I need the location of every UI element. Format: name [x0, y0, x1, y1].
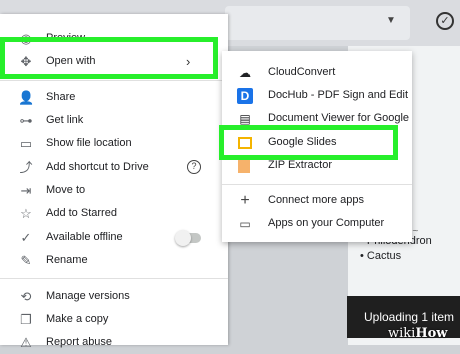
- report-icon: ⚠: [20, 335, 32, 350]
- folder-icon: ▭: [19, 136, 33, 151]
- submenu-item-cloudconvert[interactable]: ☁ CloudConvert: [222, 62, 412, 84]
- menu-item-add-to-starred[interactable]: ☆ Add to Starred: [0, 203, 228, 225]
- zip-icon: [238, 159, 250, 173]
- menu-item-get-link[interactable]: ⊶ Get link: [0, 110, 228, 132]
- search-box[interactable]: [225, 6, 410, 40]
- menu-item-manage-versions[interactable]: ⟲ Manage versions: [0, 286, 228, 308]
- wikihow-watermark: wikiHow: [388, 326, 448, 341]
- laptop-icon: ▭: [239, 217, 251, 231]
- search-options-caret-icon[interactable]: ▼: [386, 15, 396, 26]
- dochub-icon: D: [237, 88, 253, 104]
- divider: [0, 80, 228, 81]
- google-slides-highlight: [219, 125, 398, 160]
- menu-item-available-offline[interactable]: ✓ Available offline: [0, 227, 228, 249]
- open-with-highlight: [0, 37, 218, 79]
- submenu-item-dochub[interactable]: D DocHub - PDF Sign and Edit: [222, 85, 412, 107]
- divider: [222, 184, 412, 185]
- menu-item-rename[interactable]: ✎ Rename: [0, 250, 228, 272]
- cloud-icon: ☁: [239, 66, 251, 80]
- help-icon[interactable]: ?: [187, 160, 201, 174]
- star-icon: ☆: [20, 206, 32, 221]
- move-to-icon: ⇥: [20, 183, 32, 198]
- menu-item-show-file-location[interactable]: ▭ Show file location: [0, 133, 228, 155]
- offline-toggle[interactable]: [175, 230, 201, 246]
- toggle-knob: [175, 230, 191, 246]
- link-icon: ⊶: [19, 113, 33, 128]
- submenu-item-apps-on-computer[interactable]: ▭ Apps on your Computer: [222, 213, 412, 235]
- offline-check-icon: ✓: [20, 230, 32, 245]
- copy-icon: ❐: [20, 312, 32, 327]
- plus-icon: +: [240, 192, 250, 209]
- divider: [0, 278, 228, 279]
- pencil-icon: ✎: [20, 253, 32, 268]
- menu-item-share[interactable]: 👤 Share: [0, 87, 228, 109]
- menu-item-add-shortcut[interactable]: ⤴ Add shortcut to Drive ?: [0, 157, 228, 179]
- offline-status-icon[interactable]: ✓: [436, 12, 454, 30]
- menu-item-move-to[interactable]: ⇥ Move to: [0, 180, 228, 202]
- menu-item-report-abuse[interactable]: ⚠ Report abuse: [0, 332, 228, 354]
- menu-item-make-copy[interactable]: ❐ Make a copy: [0, 309, 228, 331]
- list-item: • Cactus: [360, 250, 402, 262]
- upload-status-text: Uploading 1 item: [364, 310, 455, 324]
- history-icon: ⟲: [20, 289, 32, 304]
- shortcut-icon: ⤴: [19, 160, 33, 175]
- submenu-item-connect-more-apps[interactable]: + Connect more apps: [222, 190, 412, 212]
- add-person-icon: 👤: [18, 90, 35, 105]
